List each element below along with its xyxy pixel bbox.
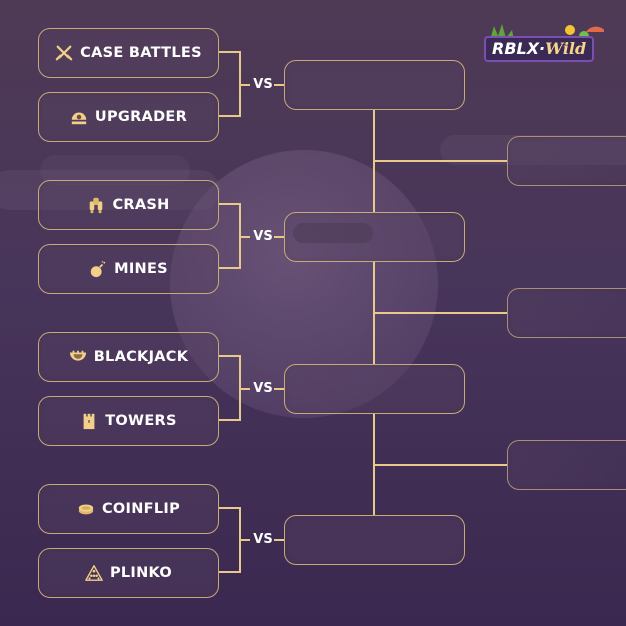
- game-blackjack[interactable]: BLACKJACK: [38, 332, 219, 382]
- match-2-winner-slot: [284, 212, 465, 262]
- match-4-winner-slot: [284, 515, 465, 565]
- connector-line: [374, 160, 507, 466]
- upgrader-dome-icon: [71, 112, 87, 125]
- game-coinflip[interactable]: COINFLIP: [38, 484, 219, 534]
- game-upgrader[interactable]: UPGRADER: [38, 92, 219, 142]
- game-mines[interactable]: MINES: [38, 244, 219, 294]
- match-1-winner-slot: [284, 60, 465, 110]
- bomb-icon: [90, 261, 106, 278]
- game-label: CASE BATTLES: [80, 45, 202, 61]
- semifinal-1-slot: [507, 136, 626, 186]
- semifinal-2-slot: [507, 288, 626, 338]
- game-label: COINFLIP: [101, 501, 181, 517]
- game-label: TOWERS: [105, 413, 177, 429]
- semifinal-3-slot: [507, 440, 626, 490]
- logo-text: RBLX·Wild: [484, 36, 595, 62]
- crown-bowl-icon: [69, 350, 86, 361]
- game-plinko[interactable]: PLINKO: [38, 548, 219, 598]
- vs-label: VS: [253, 77, 273, 92]
- game-label: CRASH: [112, 197, 170, 213]
- connector-line: [219, 203, 241, 269]
- game-label: PLINKO: [109, 565, 173, 581]
- plinko-triangle-icon: [85, 565, 103, 581]
- vs-label: VS: [253, 381, 273, 396]
- game-case-battles[interactable]: CASE BATTLES: [38, 28, 219, 78]
- connector-line: [219, 51, 241, 117]
- background-decoration: [293, 223, 373, 243]
- rblxwild-logo: RBLX·Wild: [484, 22, 604, 64]
- vs-label: VS: [253, 229, 273, 244]
- game-label: UPGRADER: [94, 109, 188, 125]
- connector-line: [219, 355, 241, 421]
- game-crash[interactable]: CRASH: [38, 180, 219, 230]
- game-label: BLACKJACK: [93, 349, 189, 365]
- game-label: MINES: [114, 261, 168, 277]
- match-3-winner-slot: [284, 364, 465, 414]
- coin-icon: [78, 504, 94, 515]
- vs-label: VS: [253, 532, 273, 547]
- crossed-swords-icon: [55, 45, 73, 61]
- connector-line: [219, 507, 241, 573]
- game-towers[interactable]: TOWERS: [38, 396, 219, 446]
- tower-icon: [83, 413, 95, 430]
- jetpack-icon: [90, 197, 103, 214]
